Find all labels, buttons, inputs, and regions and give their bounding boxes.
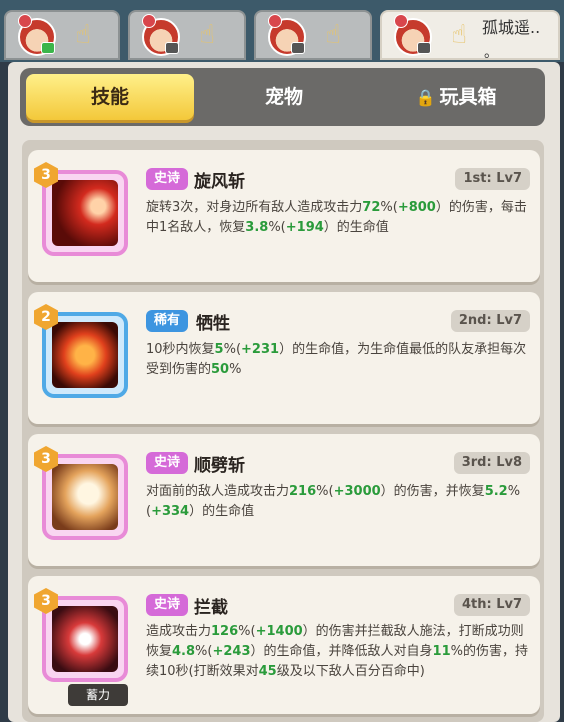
- highlight-value: 5: [214, 342, 224, 357]
- highlight-value: 126: [211, 624, 239, 639]
- description-text: ）的生命值: [323, 220, 389, 235]
- description-text: ）的伤害，并恢复: [380, 484, 485, 499]
- skill-slot-level: 1st: Lv7: [455, 168, 530, 190]
- remove-badge-icon: [268, 14, 282, 28]
- description-text: %: [229, 362, 242, 377]
- skill-card[interactable]: 3 史诗 旋风斩 1st: Lv7 旋转3次，对身边所有敌人造成攻击力72%(+…: [28, 150, 540, 282]
- cleave-icon: [52, 464, 118, 530]
- skill-slot-level: 3rd: Lv8: [453, 452, 530, 474]
- highlight-value: 216: [289, 484, 317, 499]
- highlight-value: +231: [241, 342, 280, 357]
- rarity-badge: 史诗: [146, 452, 189, 474]
- description-text: %(: [268, 220, 286, 235]
- description-text: 旋转3次，对身边所有敌人造成攻击力: [146, 200, 363, 215]
- description-text: %(: [238, 624, 256, 639]
- description-text: ）的生命值: [189, 504, 255, 519]
- hero-tab-3[interactable]: ☝: [254, 10, 372, 60]
- highlight-value: 50: [211, 362, 230, 377]
- intercept-icon: [52, 606, 118, 672]
- description-text: 造成攻击力: [146, 624, 212, 639]
- hero-tab-4[interactable]: ☝ 孤城遥.. 。: [380, 10, 560, 61]
- tab-label: 宠物: [264, 86, 303, 108]
- hero-tab-2[interactable]: ☝: [128, 10, 246, 60]
- description-text: 级及以下敌人百分百命中): [276, 664, 425, 679]
- skill-description: 旋转3次，对身边所有敌人造成攻击力72%(+800）的伤害，每击中1名敌人，恢复…: [146, 198, 530, 238]
- pointing-hand-icon: ☝: [451, 20, 467, 50]
- skill-slot-level: 4th: Lv7: [453, 594, 530, 616]
- tab-label: 玩具箱: [439, 86, 497, 108]
- skill-name: 牺牲: [196, 314, 230, 334]
- description-text: %(: [316, 484, 334, 499]
- skill-slot-level: 2nd: Lv7: [450, 310, 530, 332]
- remove-badge-icon: [394, 14, 408, 28]
- highlight-value: +243: [212, 644, 251, 659]
- rarity-badge: 史诗: [146, 594, 189, 616]
- highlight-value: +3000: [333, 484, 381, 499]
- description-text: %(: [195, 644, 213, 659]
- rarity-badge: 稀有: [146, 310, 189, 332]
- status-icon: [417, 42, 431, 54]
- highlight-value: +800: [397, 200, 436, 215]
- highlight-value: 4.8: [172, 644, 196, 659]
- description-text: 10秒内恢复: [146, 342, 215, 357]
- description-text: 对面前的敌人造成攻击力: [146, 484, 290, 499]
- highlight-value: +1400: [255, 624, 303, 639]
- highlight-value: 72: [362, 200, 381, 215]
- status-icon: [165, 42, 179, 54]
- highlight-value: 11: [432, 644, 451, 659]
- remove-badge-icon: [18, 14, 32, 28]
- tab-skills[interactable]: 技能: [26, 74, 194, 120]
- highlight-value: +334: [151, 504, 190, 519]
- tab-label: 技能: [90, 86, 129, 108]
- hero-tab-strip: ☝ ☝ ☝ ☝ 孤城遥.. 。: [0, 0, 564, 62]
- tab-toybox[interactable]: 🔒 玩具箱: [372, 74, 540, 120]
- hero-name: 孤城遥..: [482, 18, 541, 37]
- skill-description: 造成攻击力126%(+1400）的伤害并拦截敌人施法，打断成功则恢复4.8%(+…: [146, 622, 530, 682]
- skill-card[interactable]: 3 史诗 顺劈斩 3rd: Lv8 对面前的敌人造成攻击力216%(+3000）…: [28, 434, 540, 566]
- tab-pets[interactable]: 宠物: [200, 74, 368, 120]
- skill-card[interactable]: 2 稀有 牺牲 2nd: Lv7 10秒内恢复5%(+231）的生命值，为生命值…: [28, 292, 540, 424]
- skill-card[interactable]: 3 蓄力 史诗 拦截 4th: Lv7 造成攻击力126%(+1400）的伤害并…: [28, 576, 540, 714]
- lock-icon: 🔒: [415, 88, 436, 107]
- pointing-hand-icon: ☝: [325, 20, 341, 50]
- pointing-hand-icon: ☝: [199, 20, 215, 50]
- highlight-value: 5.2: [484, 484, 508, 499]
- highlight-value: +194: [285, 220, 324, 235]
- skill-name: 旋风斩: [194, 172, 245, 192]
- sacrifice-icon: [52, 322, 118, 388]
- pointing-hand-icon: ☝: [75, 20, 91, 50]
- skill-name: 拦截: [194, 598, 228, 618]
- description-text: %(: [380, 200, 398, 215]
- hero-tab-1[interactable]: ☝: [4, 10, 120, 60]
- hero-name-suffix: 。: [484, 45, 498, 61]
- highlight-value: 45: [258, 664, 277, 679]
- charge-tag: 蓄力: [68, 684, 128, 706]
- skill-description: 对面前的敌人造成攻击力216%(+3000）的伤害，并恢复5.2%(+334）的…: [146, 482, 530, 522]
- description-text: %(: [223, 342, 242, 357]
- description-text: ）的生命值，并降低敌人对自身: [250, 644, 433, 659]
- remove-badge-icon: [142, 14, 156, 28]
- status-icon: [41, 42, 55, 54]
- skill-name: 顺劈斩: [194, 456, 245, 476]
- status-icon: [291, 42, 305, 54]
- whirlwind-icon: [52, 180, 118, 246]
- highlight-value: 3.8: [245, 220, 269, 235]
- rarity-badge: 史诗: [146, 168, 189, 190]
- skill-description: 10秒内恢复5%(+231）的生命值，为生命值最低的队友承担每次受到伤害的50%: [146, 340, 530, 380]
